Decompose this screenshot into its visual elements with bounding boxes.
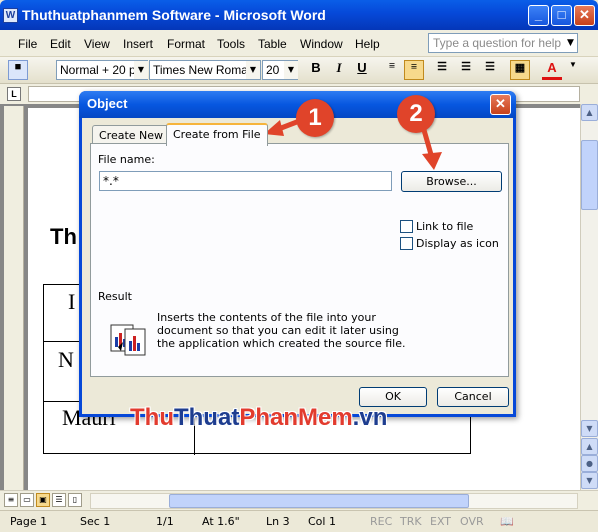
- watermark-logo: ThuThuatPhanMem.vn: [130, 404, 387, 432]
- tab-create-new[interactable]: Create New: [92, 125, 171, 145]
- bold-button[interactable]: B: [306, 60, 326, 80]
- formatting-toolbar: ■ Normal + 20 pt ▼ Times New Roman ▼ 20 …: [0, 57, 598, 84]
- menu-bar: File Edit View Insert Format Tools Table…: [0, 30, 598, 57]
- previous-page-icon[interactable]: ▲: [581, 438, 598, 455]
- arrow-left-icon: [264, 117, 303, 136]
- maximize-icon: □: [557, 7, 566, 22]
- status-position: At 1.6": [202, 515, 240, 528]
- status-rec[interactable]: REC: [370, 515, 392, 528]
- status-line: Ln 3: [266, 515, 290, 528]
- scroll-thumb[interactable]: [169, 494, 469, 508]
- chevron-down-icon[interactable]: ▼: [564, 34, 577, 52]
- display-as-icon-checkbox[interactable]: [400, 237, 413, 250]
- tab-selector[interactable]: L: [7, 87, 21, 101]
- menu-file[interactable]: File: [18, 37, 37, 51]
- chevron-down-icon[interactable]: ▼: [284, 61, 298, 79]
- arrow-down-icon: [421, 129, 442, 170]
- watermark-part: Thuat: [173, 404, 240, 431]
- normal-view-icon[interactable]: ≡: [4, 493, 18, 507]
- scroll-down-icon[interactable]: ▼: [581, 420, 598, 437]
- minimize-icon: _: [534, 7, 543, 22]
- watermark-part: PhanMem: [239, 404, 353, 431]
- print-layout-icon[interactable]: ▣: [36, 493, 50, 507]
- web-layout-icon[interactable]: ▭: [20, 493, 34, 507]
- watermark-part: .vn: [352, 404, 388, 431]
- maximize-button[interactable]: □: [551, 5, 572, 26]
- status-column: Col 1: [308, 515, 336, 528]
- horizontal-scrollbar[interactable]: ≡ ▭ ▣ ☰ ▯: [0, 490, 598, 510]
- chevron-down-icon[interactable]: ▼: [246, 61, 260, 79]
- result-box: Inserts the contents of the file into yo…: [99, 307, 499, 369]
- status-trk[interactable]: TRK: [400, 515, 422, 528]
- menu-tools[interactable]: Tools: [217, 37, 245, 51]
- status-ovr[interactable]: OVR: [460, 515, 484, 528]
- window-title: Thuthuatphanmem Software - Microsoft Wor…: [22, 7, 326, 23]
- menu-format[interactable]: Format: [167, 37, 205, 51]
- status-pages: 1/1: [156, 515, 174, 528]
- display-as-icon-label[interactable]: Display as icon: [416, 237, 499, 250]
- align-center-icon[interactable]: ≡: [404, 60, 424, 80]
- italic-button[interactable]: I: [329, 60, 349, 80]
- menu-window[interactable]: Window: [300, 37, 343, 51]
- tab-panel: File name: *.* Browse... Link to file Di…: [90, 143, 509, 377]
- status-page: Page 1: [10, 515, 48, 528]
- menu-view[interactable]: View: [84, 37, 110, 51]
- title-bar[interactable]: W Thuthuatphanmem Software - Microsoft W…: [0, 0, 598, 30]
- underline-button[interactable]: U: [352, 60, 372, 80]
- status-ext[interactable]: EXT: [430, 515, 451, 528]
- menu-edit[interactable]: Edit: [50, 37, 71, 51]
- file-name-label: File name:: [98, 153, 155, 166]
- menu-table[interactable]: Table: [258, 37, 287, 51]
- menu-help[interactable]: Help: [355, 37, 380, 51]
- next-page-icon[interactable]: ▼: [581, 472, 598, 489]
- align-left-icon[interactable]: ≡: [382, 60, 402, 80]
- word-app-icon[interactable]: W: [3, 8, 18, 23]
- font-combo[interactable]: Times New Roman: [149, 60, 261, 80]
- result-description: Inserts the contents of the file into yo…: [157, 311, 406, 350]
- watermark-part: Thu: [130, 404, 174, 431]
- table-cell: N: [58, 347, 74, 372]
- outline-view-icon[interactable]: ☰: [52, 493, 66, 507]
- file-name-input[interactable]: *.*: [99, 171, 392, 191]
- bullets-icon[interactable]: ☰: [456, 60, 476, 80]
- close-icon: ✕: [579, 7, 590, 22]
- scroll-thumb[interactable]: [581, 140, 598, 210]
- select-browse-object-icon[interactable]: ●: [581, 455, 598, 472]
- close-icon: ✕: [495, 96, 506, 111]
- link-to-file-label[interactable]: Link to file: [416, 220, 473, 233]
- link-to-file-checkbox[interactable]: [400, 220, 413, 233]
- tab-create-from-file[interactable]: Create from File: [166, 123, 268, 146]
- save-icon[interactable]: ■: [8, 60, 28, 80]
- numbering-icon[interactable]: ☰: [432, 60, 452, 80]
- menu-insert[interactable]: Insert: [123, 37, 153, 51]
- horizontal-scroll-track[interactable]: [90, 493, 578, 509]
- table-cell: I: [68, 289, 76, 314]
- help-search-input[interactable]: Type a question for help: [428, 33, 578, 53]
- browse-button[interactable]: Browse...: [401, 171, 502, 192]
- chevron-down-icon[interactable]: ▼: [563, 60, 583, 80]
- document-heading: Th: [50, 224, 77, 249]
- font-color-icon[interactable]: A: [542, 60, 562, 80]
- border-icon[interactable]: ▦: [510, 60, 530, 80]
- dialog-title: Object: [87, 96, 128, 111]
- scroll-up-icon[interactable]: ▲: [581, 104, 598, 121]
- insert-file-icon: [110, 324, 146, 356]
- status-bar: Page 1 Sec 1 1/1 At 1.6" Ln 3 Col 1 REC …: [0, 510, 598, 532]
- result-label: Result: [98, 290, 132, 303]
- reading-layout-icon[interactable]: ▯: [68, 493, 82, 507]
- dialog-close-button[interactable]: ✕: [490, 94, 511, 115]
- vertical-scrollbar[interactable]: ▲ ▼ ▲ ● ▼: [580, 104, 598, 490]
- spelling-book-icon[interactable]: 📖: [500, 515, 514, 528]
- vertical-ruler[interactable]: [4, 106, 24, 490]
- status-section: Sec 1: [80, 515, 111, 528]
- chevron-down-icon[interactable]: ▼: [134, 61, 148, 79]
- indent-icon[interactable]: ☰: [480, 60, 500, 80]
- minimize-button[interactable]: _: [528, 5, 549, 26]
- cancel-button[interactable]: Cancel: [437, 387, 509, 407]
- close-button[interactable]: ✕: [574, 5, 595, 26]
